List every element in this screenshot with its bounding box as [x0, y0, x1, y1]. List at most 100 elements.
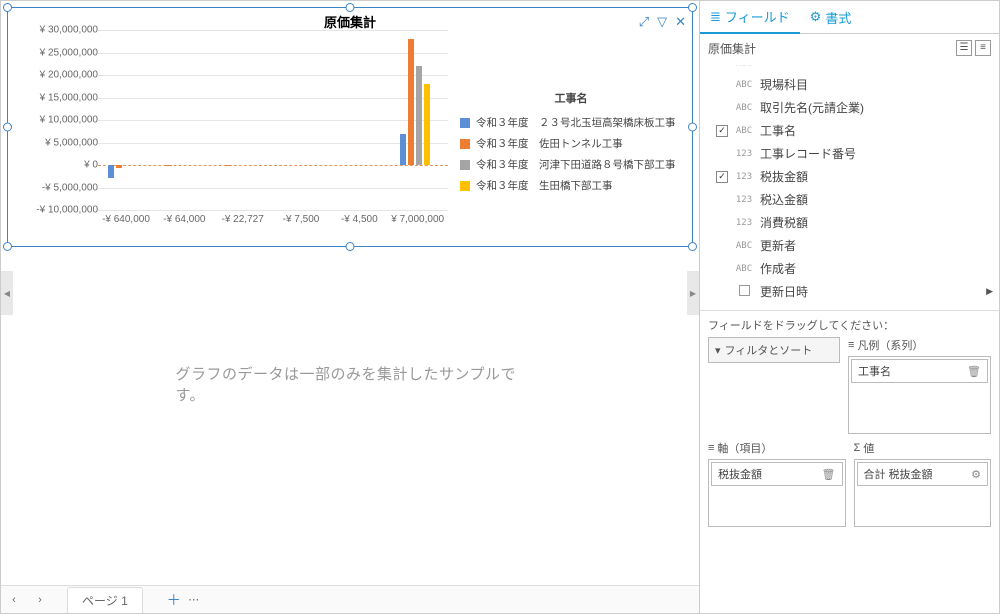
field-checkbox[interactable] [716, 240, 728, 252]
database-icon: ≣ [710, 9, 721, 25]
x-label: -¥ 7,500 [273, 214, 329, 225]
legend-label: 令和３年度 生田橋下部工事 [476, 178, 613, 193]
legend-swatch [460, 118, 470, 128]
field-label: 工事レコード番号 [760, 145, 856, 162]
legend-swatch [460, 181, 470, 191]
bar[interactable] [424, 84, 430, 165]
page-tab[interactable]: ページ 1 [67, 587, 143, 613]
close-icon[interactable]: ✕ [675, 14, 686, 30]
resize-handle[interactable] [688, 3, 697, 12]
axis-icon: ≡ [708, 442, 714, 454]
legend-label: 令和３年度 河津下田道路８号橋下部工事 [476, 157, 676, 172]
view-detail-icon[interactable]: ≡ [975, 40, 991, 56]
field-checkbox[interactable] [716, 286, 728, 298]
chart-container[interactable]: 原価集計 ⤢ ▽ ✕ ¥ 30,000,000¥ 25,000,000¥ 20,… [7, 7, 693, 247]
legend-swatch [460, 160, 470, 170]
expand-icon[interactable]: ⤢ [639, 14, 649, 30]
resize-handle[interactable] [688, 242, 697, 251]
trash-icon[interactable]: 🗑 [967, 365, 981, 378]
bar[interactable] [416, 66, 422, 165]
prev-page-button[interactable]: ‹ [1, 594, 27, 606]
y-tick: ¥ 30,000,000 [40, 25, 98, 36]
view-list-icon[interactable]: ☰ [956, 40, 972, 56]
axis-drop-zone[interactable]: 税抜金額 🗑 [708, 459, 846, 527]
values-pill[interactable]: 合計 税抜金額 ⚙ [857, 462, 989, 486]
field-row[interactable]: 123消費税額 [702, 211, 997, 234]
field-row[interactable]: ABC [702, 64, 997, 73]
bar[interactable] [108, 165, 114, 178]
field-row[interactable]: ABC取引先名(元請企業) [702, 96, 997, 119]
legend-item[interactable]: 令和３年度 生田橋下部工事 [460, 175, 682, 196]
gear-icon[interactable]: ⚙ [971, 468, 981, 481]
field-row[interactable]: ✓ABC工事名 [702, 119, 997, 142]
field-type-icon: ABC [733, 80, 755, 90]
field-label: 取引先名(元請企業) [760, 99, 864, 116]
chevron-right-icon[interactable]: ▶ [986, 286, 993, 297]
resize-handle[interactable] [346, 3, 355, 12]
resize-handle[interactable] [346, 242, 355, 251]
x-label: -¥ 640,000 [98, 214, 154, 225]
field-row[interactable]: ABC現場科目 [702, 73, 997, 96]
field-row[interactable]: 123工事レコード番号 [702, 142, 997, 165]
field-checkbox[interactable] [716, 64, 728, 70]
field-label: 税抜金額 [760, 168, 808, 185]
legend-pill[interactable]: 工事名 🗑 [851, 359, 988, 383]
filter-icon[interactable]: ▽ [657, 14, 667, 30]
field-checkbox[interactable]: ✓ [716, 171, 728, 183]
tab-fields[interactable]: ≣ フィールド [700, 1, 800, 34]
field-label: 更新者 [760, 237, 796, 254]
pill-label: 合計 税抜金額 [864, 466, 933, 482]
legend-item[interactable]: 令和３年度 河津下田道路８号橋下部工事 [460, 154, 682, 175]
drop-zones: ▾ フィルタとソート ≡ 凡例（系列） 工事名 🗑 [700, 337, 999, 613]
field-row[interactable]: ✓ 123 税抜金額 [702, 165, 997, 188]
field-list[interactable]: ABCABC現場科目ABC取引先名(元請企業)✓ABC工事名123工事レコード番… [700, 64, 999, 310]
field-row[interactable]: ABC作成者 [702, 257, 997, 280]
report-canvas[interactable]: 原価集計 ⤢ ▽ ✕ ¥ 30,000,000¥ 25,000,000¥ 20,… [1, 1, 699, 585]
x-label: -¥ 22,727 [215, 214, 271, 225]
add-page-button[interactable]: ＋ [167, 590, 181, 610]
field-label: 消費税額 [760, 214, 808, 231]
filter-sort-well[interactable]: ▾ フィルタとソート [708, 337, 840, 363]
field-checkbox[interactable] [716, 263, 728, 275]
field-type-icon [733, 285, 755, 299]
field-checkbox[interactable] [716, 102, 728, 114]
bar[interactable] [400, 134, 406, 166]
resize-handle[interactable] [3, 123, 12, 132]
collapse-left-icon[interactable]: ◀ [1, 271, 13, 315]
field-type-icon: 123 [733, 172, 755, 182]
field-checkbox[interactable] [716, 148, 728, 160]
axis-pill[interactable]: 税抜金額 🗑 [711, 462, 843, 486]
legend-item[interactable]: 令和３年度 佐田トンネル工事 [460, 133, 682, 154]
y-tick: ¥ 25,000,000 [40, 47, 98, 58]
field-checkbox[interactable] [716, 79, 728, 91]
resize-handle[interactable] [3, 3, 12, 12]
collapse-right-icon[interactable]: ▶ [687, 271, 699, 315]
side-panel: ≣ フィールド ⚙ 書式 原価集計 ☰ ≡ ABCABC現場科目ABC取引先名(… [699, 1, 999, 613]
legend-item[interactable]: 令和３年度 ２３号北玉垣高架橋床板工事 [460, 112, 682, 133]
resize-handle[interactable] [688, 123, 697, 132]
zone-values-label: Σ 値 [854, 440, 992, 456]
values-drop-zone[interactable]: 合計 税抜金額 ⚙ [854, 459, 992, 527]
legend-label: 令和３年度 ２３号北玉垣高架橋床板工事 [476, 115, 676, 130]
resize-handle[interactable] [3, 242, 12, 251]
field-checkbox[interactable]: ✓ [716, 125, 728, 137]
funnel-icon: ▾ [715, 344, 721, 357]
trash-icon[interactable]: 🗑 [822, 468, 836, 481]
field-checkbox[interactable] [716, 194, 728, 206]
bar[interactable] [408, 39, 414, 165]
chart-body: ¥ 30,000,000¥ 25,000,000¥ 20,000,000¥ 15… [18, 30, 682, 236]
field-row[interactable]: 123税込金額 [702, 188, 997, 211]
panel-tabs: ≣ フィールド ⚙ 書式 [700, 1, 999, 34]
tab-label: フィールド [725, 7, 790, 26]
page-footer: ‹ › ページ 1 ＋ ⋯ [1, 585, 699, 613]
field-row[interactable]: 更新日時▶ [702, 280, 997, 303]
field-row[interactable]: ABC更新者 [702, 234, 997, 257]
page-more-button[interactable]: ⋯ [181, 593, 207, 606]
tab-format[interactable]: ⚙ 書式 [800, 1, 862, 33]
field-type-icon: 123 [733, 195, 755, 205]
field-checkbox[interactable] [716, 217, 728, 229]
legend-drop-zone[interactable]: 工事名 🗑 [848, 356, 991, 434]
bar[interactable] [116, 165, 122, 168]
tab-label: 書式 [825, 8, 851, 27]
next-page-button[interactable]: › [27, 594, 53, 606]
